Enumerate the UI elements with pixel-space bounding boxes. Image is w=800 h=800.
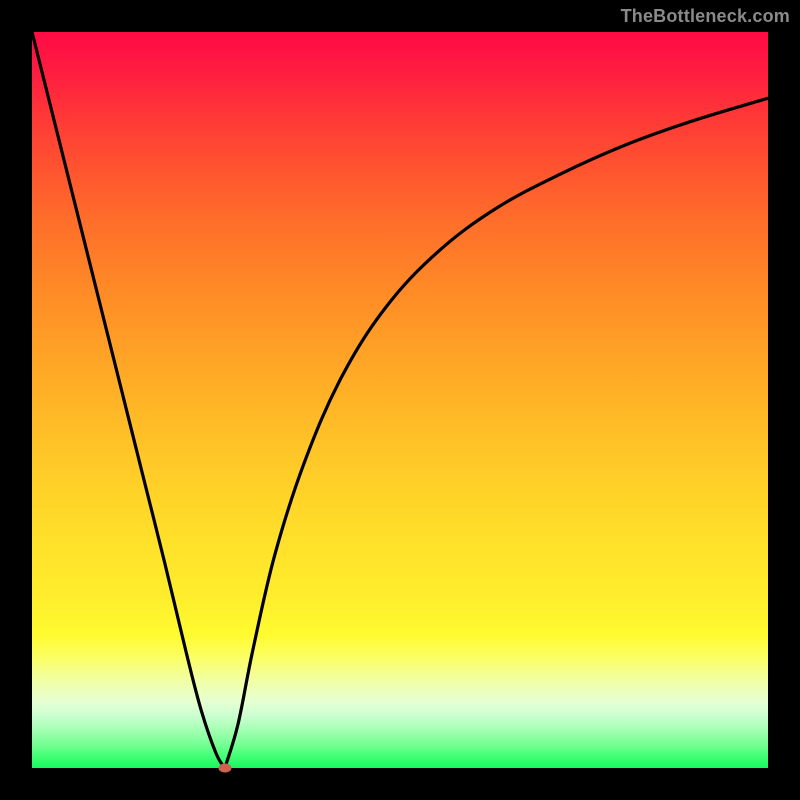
watermark-text: TheBottleneck.com — [621, 6, 790, 27]
plot-area — [32, 32, 768, 768]
bottleneck-curve — [32, 32, 768, 768]
chart-frame: TheBottleneck.com — [0, 0, 800, 800]
curve-right-branch — [225, 98, 768, 768]
minimum-marker — [218, 764, 231, 773]
curve-left-branch — [32, 32, 225, 768]
